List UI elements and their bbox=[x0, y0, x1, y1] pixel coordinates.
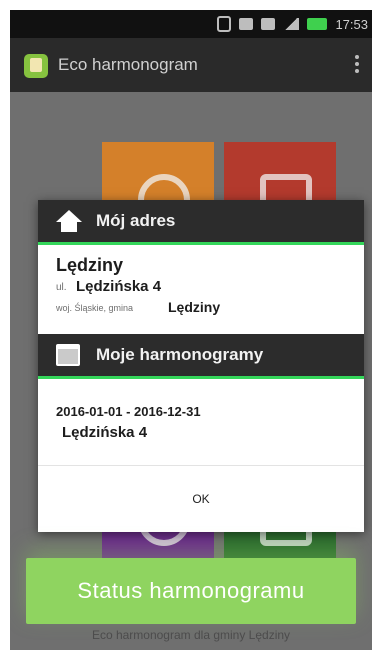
address-municipality: Lędziny bbox=[168, 299, 221, 315]
home-icon bbox=[56, 210, 82, 232]
schedule-list-item[interactable]: 2016-01-01 - 2016-12-31 Lędzińska 4 bbox=[38, 392, 364, 466]
address-header: Mój adres bbox=[38, 200, 364, 245]
status-time: 17:53 bbox=[335, 16, 368, 32]
schedule-address: Lędzińska 4 bbox=[62, 424, 148, 441]
calendar-icon bbox=[56, 344, 82, 366]
address-city: Lędziny bbox=[56, 255, 124, 275]
address-header-label: Mój adres bbox=[96, 211, 176, 230]
phone-screen: 17:53 Eco harmonogram Mój adres Lędziny … bbox=[10, 10, 372, 650]
status-harmonogram-button[interactable]: Status harmonogramu bbox=[26, 558, 356, 624]
menu-icon[interactable] bbox=[354, 52, 360, 78]
address-dialog: Mój adres Lędziny ul. Lędzińska 4 woj. Ś… bbox=[38, 200, 364, 532]
address-details: Lędziny ul. Lędzińska 4 woj. Śląskie, gm… bbox=[38, 245, 364, 327]
ok-button[interactable]: OK bbox=[38, 466, 364, 532]
status-bar: 17:53 bbox=[10, 10, 372, 38]
address-street: Lędzińska 4 bbox=[76, 278, 162, 295]
signal-icon bbox=[283, 18, 300, 30]
footer-text: Eco harmonogram dla gminy Lędziny bbox=[91, 628, 291, 642]
battery-icon bbox=[307, 18, 328, 30]
app-title: Eco harmonogram bbox=[58, 55, 198, 74]
address-region: woj. Śląskie, gmina bbox=[56, 303, 134, 313]
status-icons: 17:53 bbox=[217, 16, 368, 32]
app-bar: Eco harmonogram bbox=[10, 38, 372, 92]
app-logo-icon bbox=[24, 54, 48, 78]
schedules-header-label: Moje harmonogramy bbox=[96, 345, 264, 364]
bluetooth-icon bbox=[217, 16, 232, 32]
schedule-date-range: 2016-01-01 - 2016-12-31 bbox=[56, 404, 201, 419]
wifi-icon bbox=[261, 18, 276, 30]
image-icon bbox=[239, 18, 254, 30]
schedules-header: Moje harmonogramy bbox=[38, 334, 364, 379]
street-prefix: ul. bbox=[56, 282, 67, 293]
